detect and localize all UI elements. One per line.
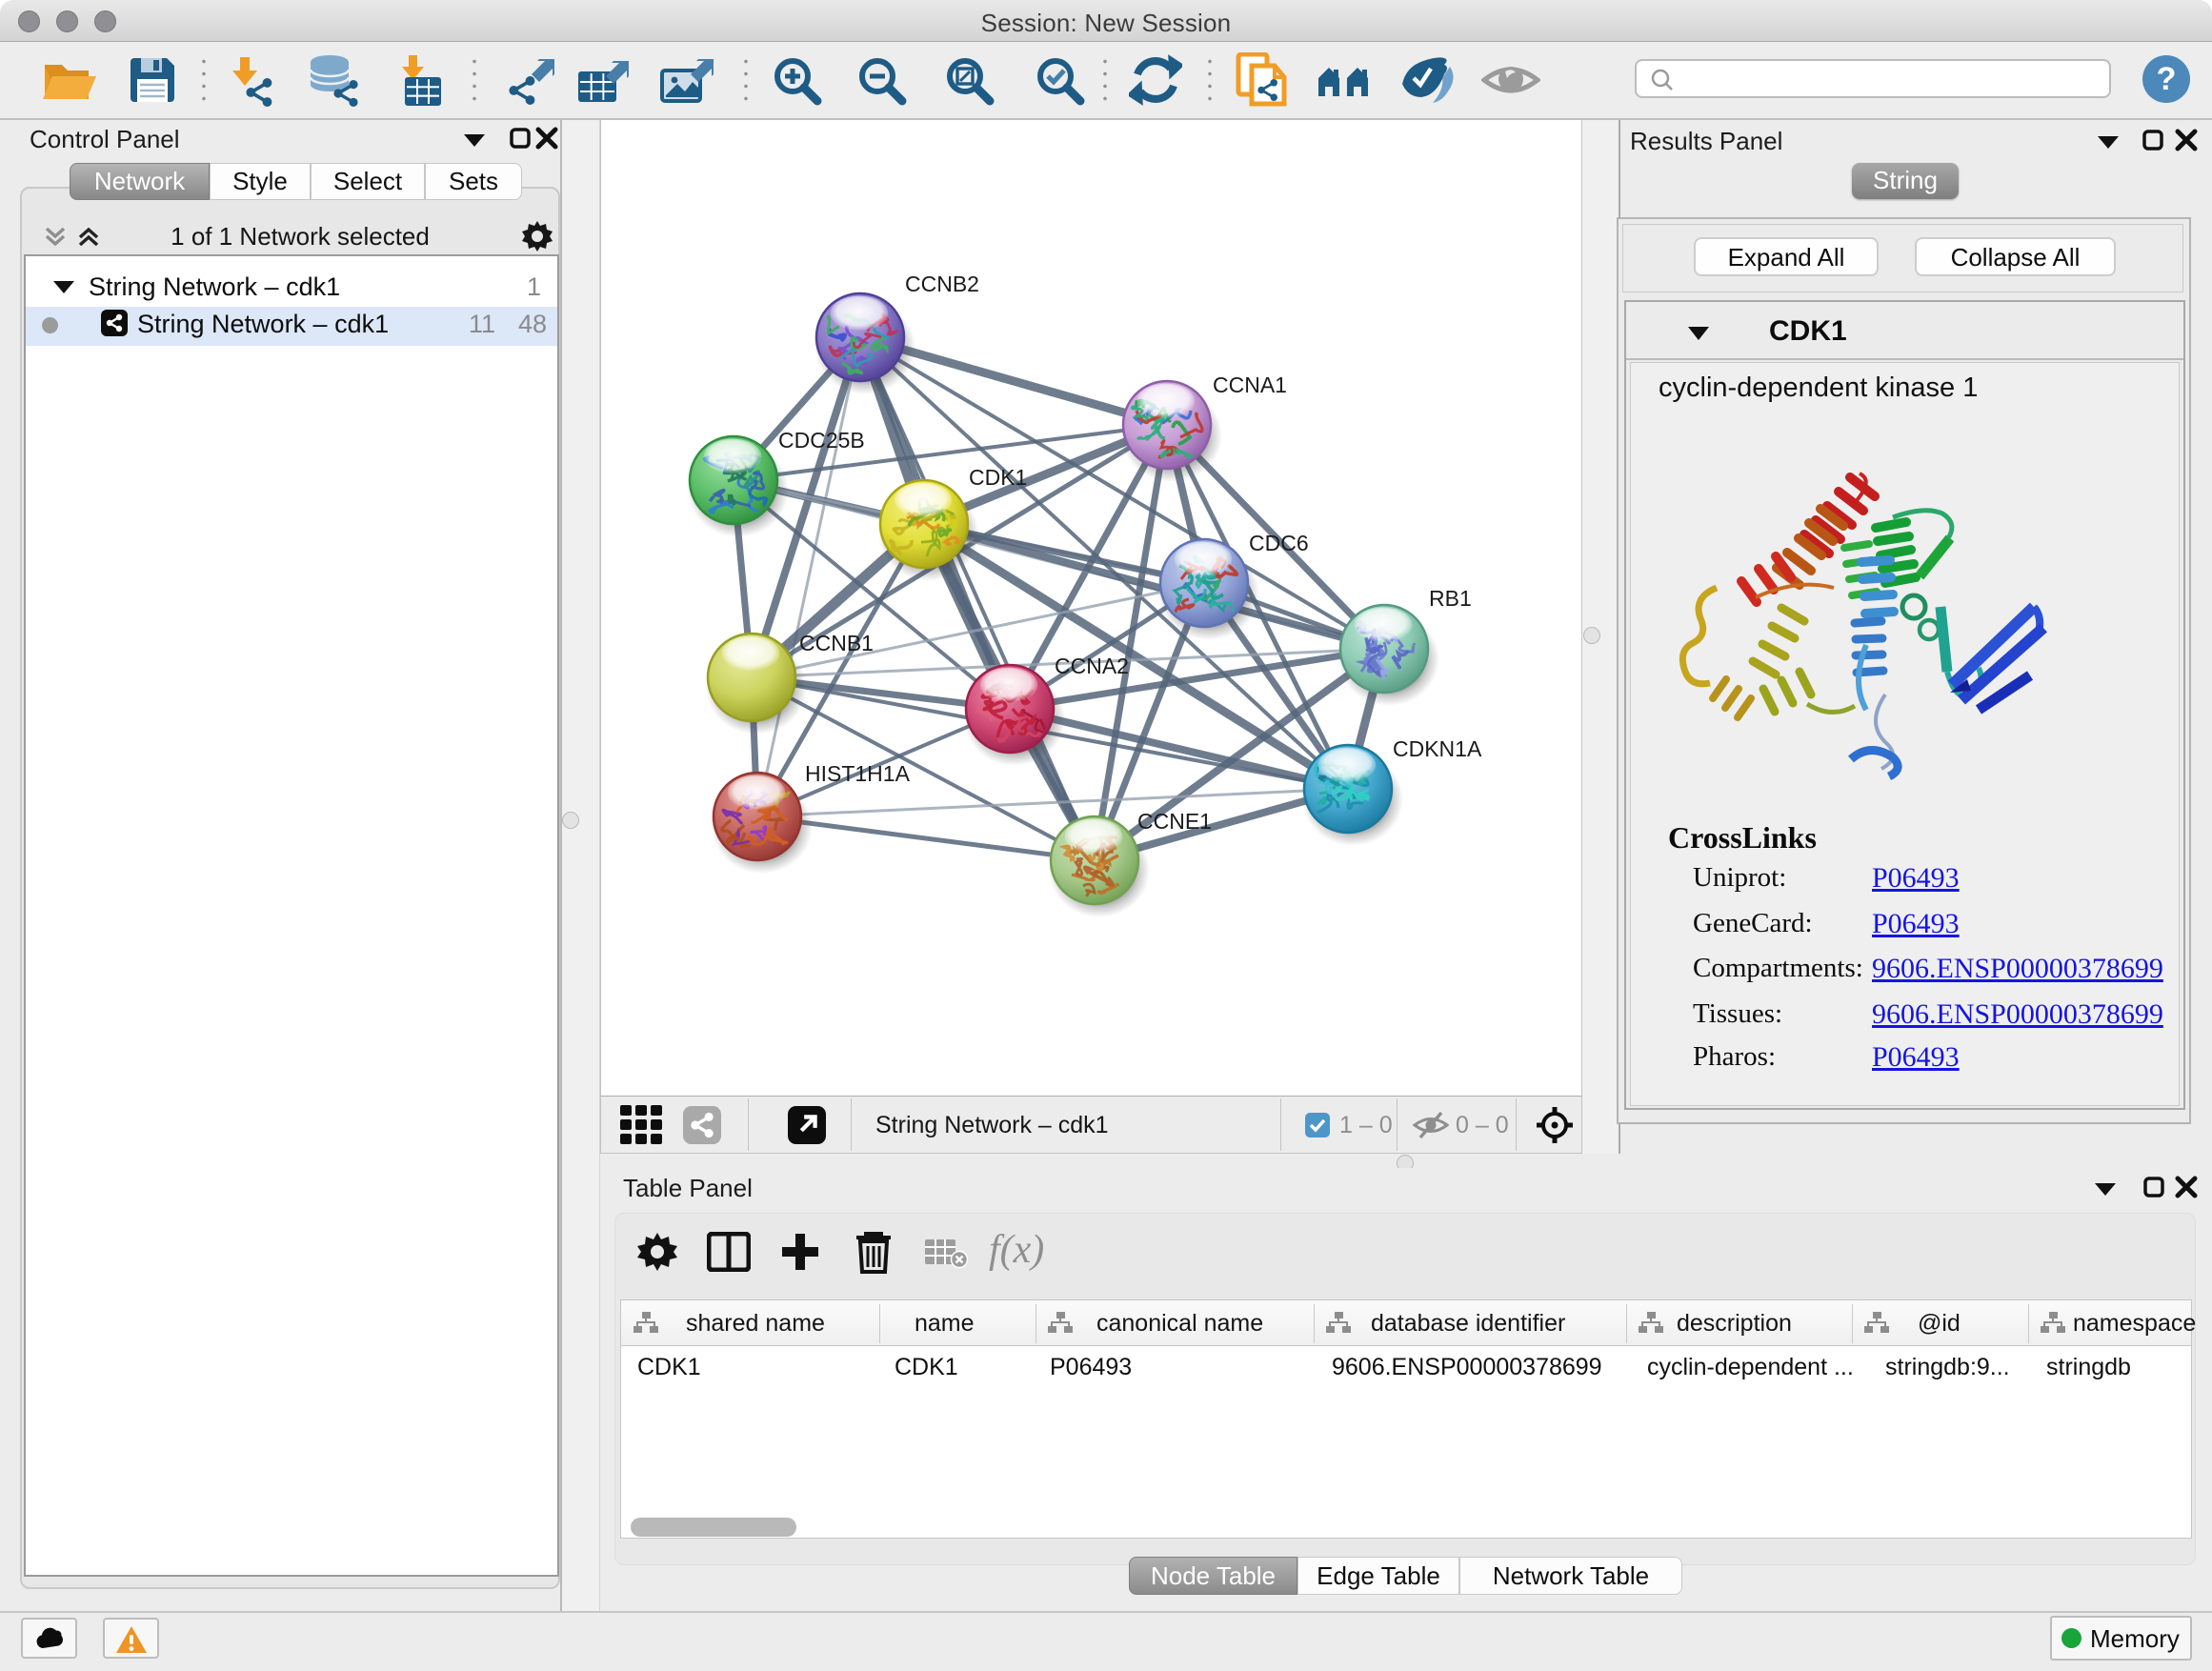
- svg-text:CCNA2: CCNA2: [1055, 654, 1129, 678]
- svg-text:CDK1: CDK1: [969, 465, 1027, 490]
- svg-text:CDC6: CDC6: [1249, 531, 1309, 555]
- svg-text:CCNB2: CCNB2: [905, 272, 979, 296]
- svg-text:?: ?: [2157, 61, 2177, 97]
- svg-text:RB1: RB1: [1429, 586, 1472, 611]
- svg-text:CCNE1: CCNE1: [1137, 809, 1212, 834]
- svg-text:HIST1H1A: HIST1H1A: [805, 761, 911, 786]
- svg-text:CDKN1A: CDKN1A: [1393, 736, 1482, 761]
- svg-text:CDC25B: CDC25B: [778, 428, 865, 453]
- svg-text:CCNB1: CCNB1: [799, 631, 874, 655]
- svg-text:CCNA1: CCNA1: [1213, 372, 1287, 397]
